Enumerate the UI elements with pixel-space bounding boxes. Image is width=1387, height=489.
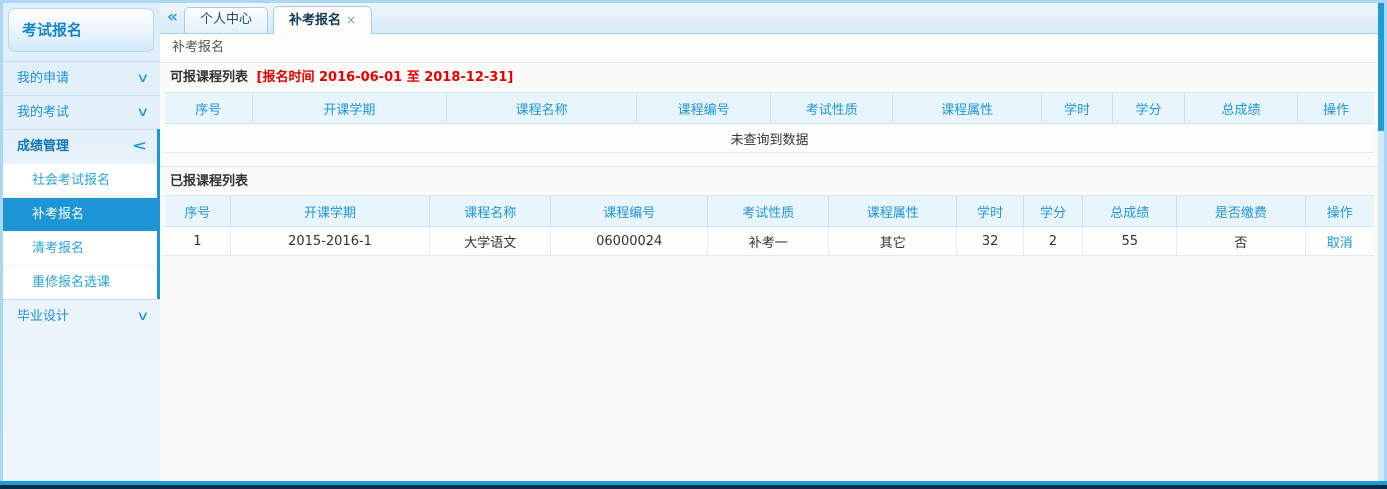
cell-hours: 32 — [957, 227, 1023, 256]
table-header-row: 序号 开课学期 课程名称 课程编号 考试性质 课程属性 学时 学分 总成绩 操作 — [165, 93, 1374, 124]
cell-total-score: 55 — [1083, 227, 1177, 256]
column-header: 开课学期 — [252, 93, 447, 124]
tab-close-icon[interactable]: × — [346, 13, 356, 27]
sidebar-item-label: 我的申请 — [17, 62, 69, 95]
column-header: 总成绩 — [1083, 196, 1177, 227]
table-row: 1 2015-2016-1 大学语文 06000024 补考一 其它 32 2 … — [165, 227, 1374, 256]
tab-label: 补考报名 — [289, 13, 341, 28]
sidebar-item-label: 毕业设计 — [17, 300, 69, 333]
column-header: 学时 — [1041, 93, 1112, 124]
vertical-scrollbar[interactable] — [1378, 3, 1384, 481]
cell-course-attr: 其它 — [829, 227, 957, 256]
available-courses-table: 序号 开课学期 课程名称 课程编号 考试性质 课程属性 学时 学分 总成绩 操作… — [165, 92, 1374, 153]
column-header: 学时 — [957, 196, 1023, 227]
column-header: 课程名称 — [430, 196, 551, 227]
available-courses-title: 可报课程列表 — [170, 70, 248, 85]
column-header: 考试性质 — [771, 93, 893, 124]
sidebar-group-grade-management: 成绩管理 < 社会考试报名 补考报名 清考报名 重修报名选课 — [3, 129, 160, 299]
main-content: « 个人中心 补考报名 × 补考报名 可报课程列表 [报名时间 2016-06-0… — [160, 3, 1378, 481]
sidebar-submenu: 社会考试报名 补考报名 清考报名 重修报名选课 — [3, 163, 157, 299]
cell-seq: 1 — [165, 227, 230, 256]
page-title: 补考报名 — [160, 34, 1378, 63]
available-courses-section-header: 可报课程列表 [报名时间 2016-06-01 至 2018-12-31] — [160, 63, 1378, 92]
sidebar-menu: 我的申请 ∨ 我的考试 ∨ 成绩管理 < 社会考试报名 补考报名 清考报名 重修… — [3, 61, 160, 481]
registered-courses-title: 已报课程列表 — [170, 174, 248, 189]
chevron-expanded-icon: < — [132, 130, 147, 163]
tab-label: 个人中心 — [200, 12, 252, 27]
cell-credits: 2 — [1023, 227, 1082, 256]
sidebar-item-my-applications[interactable]: 我的申请 ∨ — [3, 61, 160, 95]
chevron-down-icon: ∨ — [137, 62, 150, 95]
cell-action: 取消 — [1305, 227, 1374, 256]
sidebar-item-makeup-exam-registration[interactable]: 补考报名 — [3, 197, 157, 231]
sidebar-item-clearance-exam-registration[interactable]: 清考报名 — [3, 231, 157, 265]
cancel-registration-link[interactable]: 取消 — [1327, 236, 1353, 251]
app-window: 考试报名 我的申请 ∨ 我的考试 ∨ 成绩管理 < 社会考试报名 补考报名 清考… — [0, 0, 1387, 481]
column-header: 课程名称 — [447, 93, 637, 124]
cell-exam-type: 补考一 — [708, 227, 829, 256]
bottom-navy-bar — [0, 485, 1387, 489]
tab-personal-center[interactable]: 个人中心 — [184, 7, 268, 33]
chevron-down-icon: ∨ — [137, 96, 150, 129]
sidebar-item-grade-management[interactable]: 成绩管理 < — [3, 129, 157, 163]
column-header: 操作 — [1305, 196, 1374, 227]
column-header: 学分 — [1023, 196, 1082, 227]
column-header: 是否缴费 — [1177, 196, 1305, 227]
column-header: 序号 — [165, 93, 252, 124]
registered-courses-table: 序号 开课学期 课程名称 课程编号 考试性质 课程属性 学时 学分 总成绩 是否… — [165, 195, 1374, 256]
cell-course-name: 大学语文 — [430, 227, 551, 256]
registered-courses-section-header: 已报课程列表 — [160, 166, 1378, 195]
column-header: 课程编号 — [551, 196, 708, 227]
sidebar-title: 考试报名 — [8, 8, 154, 52]
scrollbar-thumb[interactable] — [1378, 3, 1384, 131]
cell-course-code: 06000024 — [551, 227, 708, 256]
registration-period-text: [报名时间 2016-06-01 至 2018-12-31] — [257, 70, 514, 85]
tab-makeup-exam-registration[interactable]: 补考报名 × — [273, 6, 372, 34]
column-header: 总成绩 — [1184, 93, 1298, 124]
empty-message: 未查询到数据 — [165, 124, 1374, 153]
chevron-down-icon: ∨ — [137, 300, 150, 333]
column-header: 课程属性 — [893, 93, 1042, 124]
sidebar: 考试报名 我的申请 ∨ 我的考试 ∨ 成绩管理 < 社会考试报名 补考报名 清考… — [3, 3, 160, 481]
column-header: 操作 — [1298, 93, 1374, 124]
sidebar-item-social-exam-registration[interactable]: 社会考试报名 — [3, 163, 157, 197]
column-header: 课程编号 — [637, 93, 771, 124]
empty-data-row: 未查询到数据 — [165, 124, 1374, 153]
sidebar-item-retake-course-selection[interactable]: 重修报名选课 — [3, 265, 157, 299]
tab-bar: « 个人中心 补考报名 × — [160, 3, 1378, 34]
column-header: 课程属性 — [829, 196, 957, 227]
sidebar-item-label: 成绩管理 — [17, 130, 69, 163]
table-header-row: 序号 开课学期 课程名称 课程编号 考试性质 课程属性 学时 学分 总成绩 是否… — [165, 196, 1374, 227]
column-header: 序号 — [165, 196, 230, 227]
sidebar-item-graduation-design[interactable]: 毕业设计 ∨ — [3, 299, 160, 333]
cell-semester: 2015-2016-1 — [230, 227, 429, 256]
column-header: 学分 — [1113, 93, 1184, 124]
column-header: 开课学期 — [230, 196, 429, 227]
column-header: 考试性质 — [708, 196, 829, 227]
sidebar-item-my-exams[interactable]: 我的考试 ∨ — [3, 95, 160, 129]
sidebar-item-label: 我的考试 — [17, 96, 69, 129]
cell-paid: 否 — [1177, 227, 1305, 256]
collapse-sidebar-button[interactable]: « — [165, 7, 184, 29]
